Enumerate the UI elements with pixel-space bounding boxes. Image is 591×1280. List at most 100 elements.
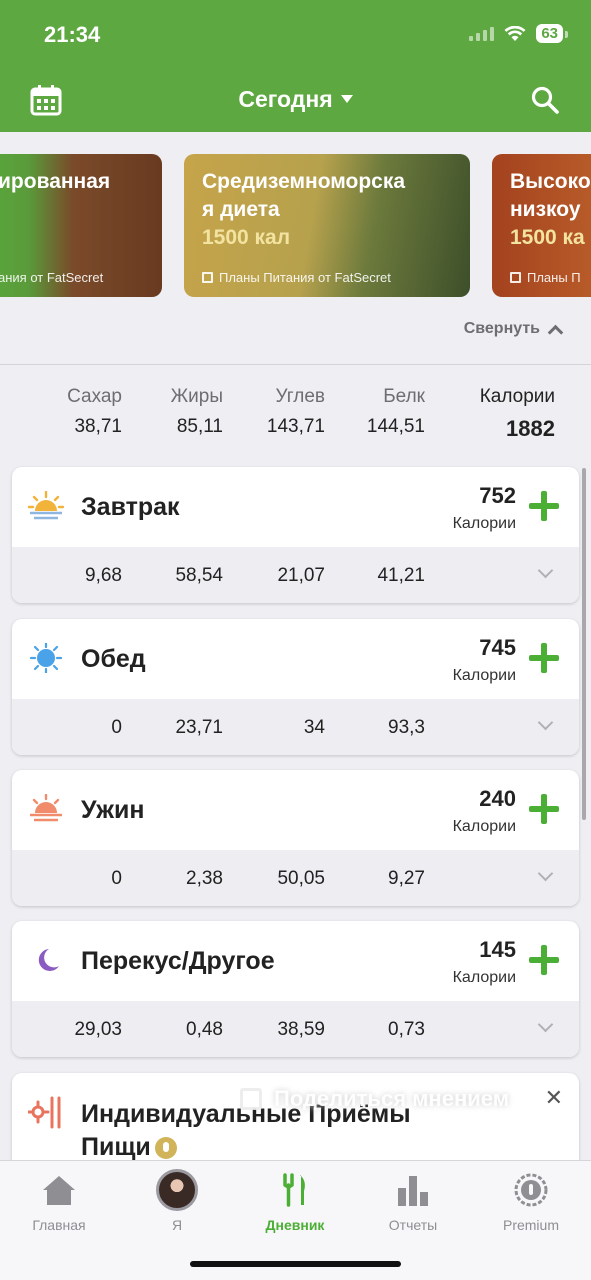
- avatar: [156, 1169, 198, 1211]
- tab-label: Дневник: [265, 1217, 325, 1233]
- meal-protein: 9,27: [388, 868, 425, 889]
- chevron-up-icon: [547, 324, 564, 340]
- meal-plan-card[interactable]: ированная ания от FatSecret: [0, 154, 162, 297]
- meal-card-snack[interactable]: Перекус/Другое 145 Калории 29,03 0,48 38…: [12, 921, 579, 1057]
- tab-me[interactable]: Я: [118, 1169, 236, 1233]
- sunset-icon: [30, 794, 62, 822]
- premium-badge-icon: [514, 1173, 548, 1207]
- chevron-down-icon[interactable]: [537, 1016, 554, 1033]
- meal-carbs: 34: [303, 717, 325, 738]
- meal-name: Перекус/Другое: [81, 947, 275, 975]
- total-protein: Белк 144,51: [366, 386, 425, 437]
- feedback-icon: [240, 1088, 262, 1110]
- tab-label: Отчеты: [388, 1217, 438, 1233]
- tab-label: Главная: [32, 1217, 86, 1233]
- meal-plan-carousel[interactable]: ированная ания от FatSecret Средиземномо…: [0, 154, 591, 298]
- feedback-toast[interactable]: Поделиться мнением: [240, 1084, 570, 1114]
- total-calories: Калории 1882: [479, 386, 555, 441]
- meal-sugar: 9,68: [85, 565, 122, 586]
- meal-plan-title: Средиземноморска я диета 1500 кал: [202, 168, 405, 252]
- divider: [0, 364, 591, 365]
- meal-card-breakfast[interactable]: Завтрак 752 Калории 9,68 58,54 21,07 41,…: [12, 467, 579, 603]
- gear-fork-icon: [28, 1096, 61, 1129]
- date-selector[interactable]: Сегодня: [0, 86, 591, 113]
- map-icon: [202, 272, 213, 283]
- chevron-down-icon[interactable]: [537, 562, 554, 579]
- collapse-button[interactable]: Свернуть: [463, 320, 564, 340]
- status-time: 21:34: [44, 22, 101, 47]
- add-food-button[interactable]: [529, 794, 559, 824]
- search-icon[interactable]: [531, 86, 559, 114]
- total-sugar: Сахар 38,71: [67, 386, 122, 437]
- collapse-label: Свернуть: [463, 320, 540, 337]
- meal-calories: 752: [479, 483, 516, 508]
- tab-home[interactable]: Главная: [0, 1171, 118, 1233]
- home-indicator: [190, 1261, 401, 1267]
- meal-plan-source: Планы Питания от FatSecret: [202, 270, 391, 285]
- meal-nutrients-row[interactable]: 0 2,38 50,05 9,27: [12, 850, 579, 906]
- fork-knife-icon: [283, 1173, 305, 1207]
- sunrise-icon: [28, 491, 64, 520]
- cellular-signal-icon: [469, 26, 495, 41]
- meal-calories-label: Калории: [452, 667, 516, 684]
- meal-card-lunch[interactable]: Обед 745 Калории 0 23,71 34 93,3: [12, 619, 579, 755]
- bar-chart-icon: [398, 1176, 428, 1206]
- meal-protein: 41,21: [377, 565, 425, 586]
- close-icon[interactable]: ✕: [545, 1085, 563, 1111]
- meal-protein: 0,73: [388, 1019, 425, 1040]
- moon-icon: [38, 949, 59, 971]
- meal-calories: 240: [479, 786, 516, 811]
- tab-premium[interactable]: Premium: [472, 1171, 590, 1233]
- sun-icon: [29, 643, 63, 673]
- meal-name: Ужин: [81, 796, 145, 824]
- meal-name: Обед: [81, 645, 146, 673]
- status-icons: 63: [469, 24, 568, 43]
- meal-plan-source: ания от FatSecret: [0, 270, 104, 285]
- meal-carbs: 38,59: [277, 1019, 325, 1040]
- meal-calories-label: Калории: [452, 515, 516, 532]
- meal-fat: 2,38: [186, 868, 223, 889]
- app-header: 21:34 63 Сегодня: [0, 0, 591, 132]
- meal-sugar: 0: [111, 868, 122, 889]
- feedback-label: Поделиться мнением: [274, 1086, 509, 1111]
- premium-lock-icon: [154, 1137, 177, 1160]
- tab-label: Premium: [502, 1217, 559, 1233]
- caret-down-icon: [340, 94, 353, 103]
- meal-nutrients-row[interactable]: 0 23,71 34 93,3: [12, 699, 579, 755]
- meal-protein: 93,3: [388, 717, 425, 738]
- meal-plan-title: Высоко низкоу 1500 ка: [510, 168, 591, 252]
- add-food-button[interactable]: [529, 945, 559, 975]
- meal-calories-label: Калории: [452, 969, 516, 986]
- meal-carbs: 21,07: [277, 565, 325, 586]
- home-icon: [43, 1176, 75, 1205]
- tab-reports[interactable]: Отчеты: [354, 1171, 472, 1233]
- meal-plan-calories: 1500 ка: [510, 226, 585, 249]
- meal-plan-card[interactable]: Средиземноморска я диета 1500 кал Планы …: [184, 154, 470, 297]
- total-fat: Жиры 85,11: [170, 386, 223, 437]
- battery-indicator: 63: [536, 24, 568, 43]
- meal-nutrients-row[interactable]: 9,68 58,54 21,07 41,21: [12, 547, 579, 603]
- map-icon: [510, 272, 521, 283]
- meal-fat: 23,71: [175, 717, 223, 738]
- tab-diary[interactable]: Дневник: [236, 1171, 354, 1233]
- add-food-button[interactable]: [529, 643, 559, 673]
- meal-card-dinner[interactable]: Ужин 240 Калории 0 2,38 50,05 9,27: [12, 770, 579, 906]
- scrollbar[interactable]: [582, 468, 586, 820]
- total-carbs: Углев 143,71: [266, 386, 325, 437]
- meal-sugar: 29,03: [74, 1019, 122, 1040]
- meal-calories: 145: [479, 937, 516, 962]
- tab-label: Я: [171, 1217, 183, 1233]
- add-food-button[interactable]: [529, 491, 559, 521]
- meal-carbs: 50,05: [277, 868, 325, 889]
- meal-name: Завтрак: [81, 493, 180, 521]
- daily-totals: Сахар 38,71 Жиры 85,11 Углев 143,71 Белк…: [0, 386, 591, 446]
- meal-plan-card[interactable]: Высоко низкоу 1500 ка Планы П: [492, 154, 591, 297]
- chevron-down-icon[interactable]: [537, 865, 554, 882]
- meal-plan-source: Планы П: [510, 270, 581, 285]
- meal-nutrients-row[interactable]: 29,03 0,48 38,59 0,73: [12, 1001, 579, 1057]
- meal-calories-label: Калории: [452, 818, 516, 835]
- meal-fat: 0,48: [186, 1019, 223, 1040]
- chevron-down-icon[interactable]: [537, 714, 554, 731]
- meal-plan-calories: 1500 кал: [202, 226, 291, 249]
- meal-fat: 58,54: [175, 565, 223, 586]
